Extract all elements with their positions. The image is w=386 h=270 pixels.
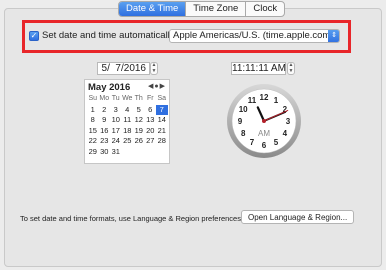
calendar-day[interactable]: 14 — [156, 115, 168, 126]
auto-time-checkbox[interactable]: ✓ — [29, 31, 39, 41]
weekday-header: Th — [134, 95, 143, 102]
clock-number: 5 — [274, 138, 279, 147]
clock-number: 8 — [241, 129, 246, 138]
time-field[interactable]: 11:11:11 AM — [231, 62, 286, 75]
calendar: May 2016 ◀●▶ Su Mo Tu We Th Fr Sa 1 2 3 4 5 6 7 8 9 10 11… — [84, 79, 170, 164]
calendar-grid: Su Mo Tu We Th Fr Sa 1 2 3 4 5 6 7 8 9 10 11 12 13 14 15 16 17 1… — [87, 94, 168, 157]
date-stepper[interactable]: ▲ ▼ — [150, 62, 158, 75]
format-note: To set date and time formats, use Langua… — [20, 214, 244, 223]
calendar-day[interactable]: 20 — [145, 126, 157, 137]
tab-clock[interactable]: Clock — [245, 2, 284, 16]
calendar-day[interactable]: 2 — [99, 105, 111, 116]
calendar-day[interactable]: 17 — [110, 126, 122, 137]
calendar-day[interactable]: 26 — [133, 136, 145, 147]
calendar-day[interactable]: 24 — [110, 136, 122, 147]
calendar-day[interactable]: 19 — [133, 126, 145, 137]
open-language-region-button[interactable]: Open Language & Region... — [241, 210, 355, 224]
clock-number: 12 — [260, 93, 269, 102]
weekday-header: Mo — [99, 95, 110, 102]
calendar-day[interactable]: 22 — [87, 136, 99, 147]
analog-clock: 12 1 2 3 4 5 6 7 8 9 10 11 AM — [226, 83, 302, 159]
tab-bar: Date & Time Time Zone Clock — [118, 1, 286, 17]
next-month-icon[interactable]: ▶ — [160, 83, 166, 90]
checkmark-icon: ✓ — [30, 31, 38, 40]
time-stepper[interactable]: ▲ ▼ — [287, 62, 295, 75]
calendar-nav: ◀●▶ — [148, 82, 166, 90]
calendar-day[interactable]: 18 — [122, 126, 134, 137]
calendar-day[interactable]: 12 — [133, 115, 145, 126]
weekday-header: Sa — [157, 95, 167, 102]
time-server-value: Apple Americas/U.S. (time.apple.com) — [173, 30, 334, 41]
stepper-arrows-icon: ▲ ▼ — [151, 62, 157, 74]
calendar-day[interactable]: 7 — [156, 104, 168, 115]
clock-face: 12 1234567891011 AM — [227, 84, 301, 158]
calendar-day[interactable]: 1 — [87, 105, 99, 116]
calendar-day[interactable]: 5 — [133, 105, 145, 116]
calendar-day[interactable]: 3 — [110, 105, 122, 116]
dropdown-arrow-icon: ⇕ — [328, 30, 339, 42]
calendar-day[interactable]: 21 — [156, 126, 168, 137]
auto-time-label: Set date and time automatically: — [42, 30, 178, 41]
clock-number: 4 — [283, 129, 288, 138]
calendar-day[interactable]: 30 — [99, 147, 111, 158]
weekday-header: Tu — [111, 95, 120, 102]
clock-center — [262, 119, 266, 123]
calendar-day[interactable]: 9 — [99, 115, 111, 126]
clock-number: 1 — [274, 96, 279, 105]
clock-number: 9 — [238, 117, 243, 126]
clock-ampm: AM — [258, 129, 270, 138]
weekday-header: Fr — [146, 95, 154, 102]
date-field[interactable]: 5/ 7/2016 — [97, 62, 150, 75]
calendar-month-title: May 2016 — [88, 82, 131, 93]
time-server-select[interactable]: Apple Americas/U.S. (time.apple.com) ⇕ — [169, 29, 340, 43]
stepper-arrows-icon: ▲ ▼ — [288, 62, 294, 74]
calendar-day[interactable]: 28 — [156, 136, 168, 147]
tab-time-zone[interactable]: Time Zone — [185, 2, 245, 16]
clock-number: 10 — [239, 105, 248, 114]
tab-date-time[interactable]: Date & Time — [119, 2, 186, 16]
clock-number: 7 — [250, 138, 255, 147]
calendar-day[interactable]: 16 — [99, 126, 111, 137]
clock-number: 3 — [286, 117, 291, 126]
calendar-day[interactable]: 31 — [110, 147, 122, 158]
calendar-day[interactable]: 11 — [122, 115, 134, 126]
weekday-header: We — [122, 95, 133, 102]
calendar-day[interactable]: 15 — [87, 126, 99, 137]
calendar-day[interactable]: 4 — [122, 105, 134, 116]
calendar-day[interactable]: 23 — [99, 136, 111, 147]
calendar-day[interactable]: 27 — [145, 136, 157, 147]
calendar-day[interactable]: 13 — [145, 115, 157, 126]
calendar-day[interactable]: 6 — [145, 105, 157, 116]
clock-number: 11 — [248, 96, 257, 105]
clock-number: 6 — [262, 141, 267, 150]
calendar-day[interactable]: 29 — [87, 147, 99, 158]
calendar-day[interactable]: 10 — [110, 115, 122, 126]
calendar-day[interactable]: 25 — [122, 136, 134, 147]
weekday-header: Su — [88, 95, 98, 102]
calendar-day[interactable]: 8 — [87, 115, 99, 126]
